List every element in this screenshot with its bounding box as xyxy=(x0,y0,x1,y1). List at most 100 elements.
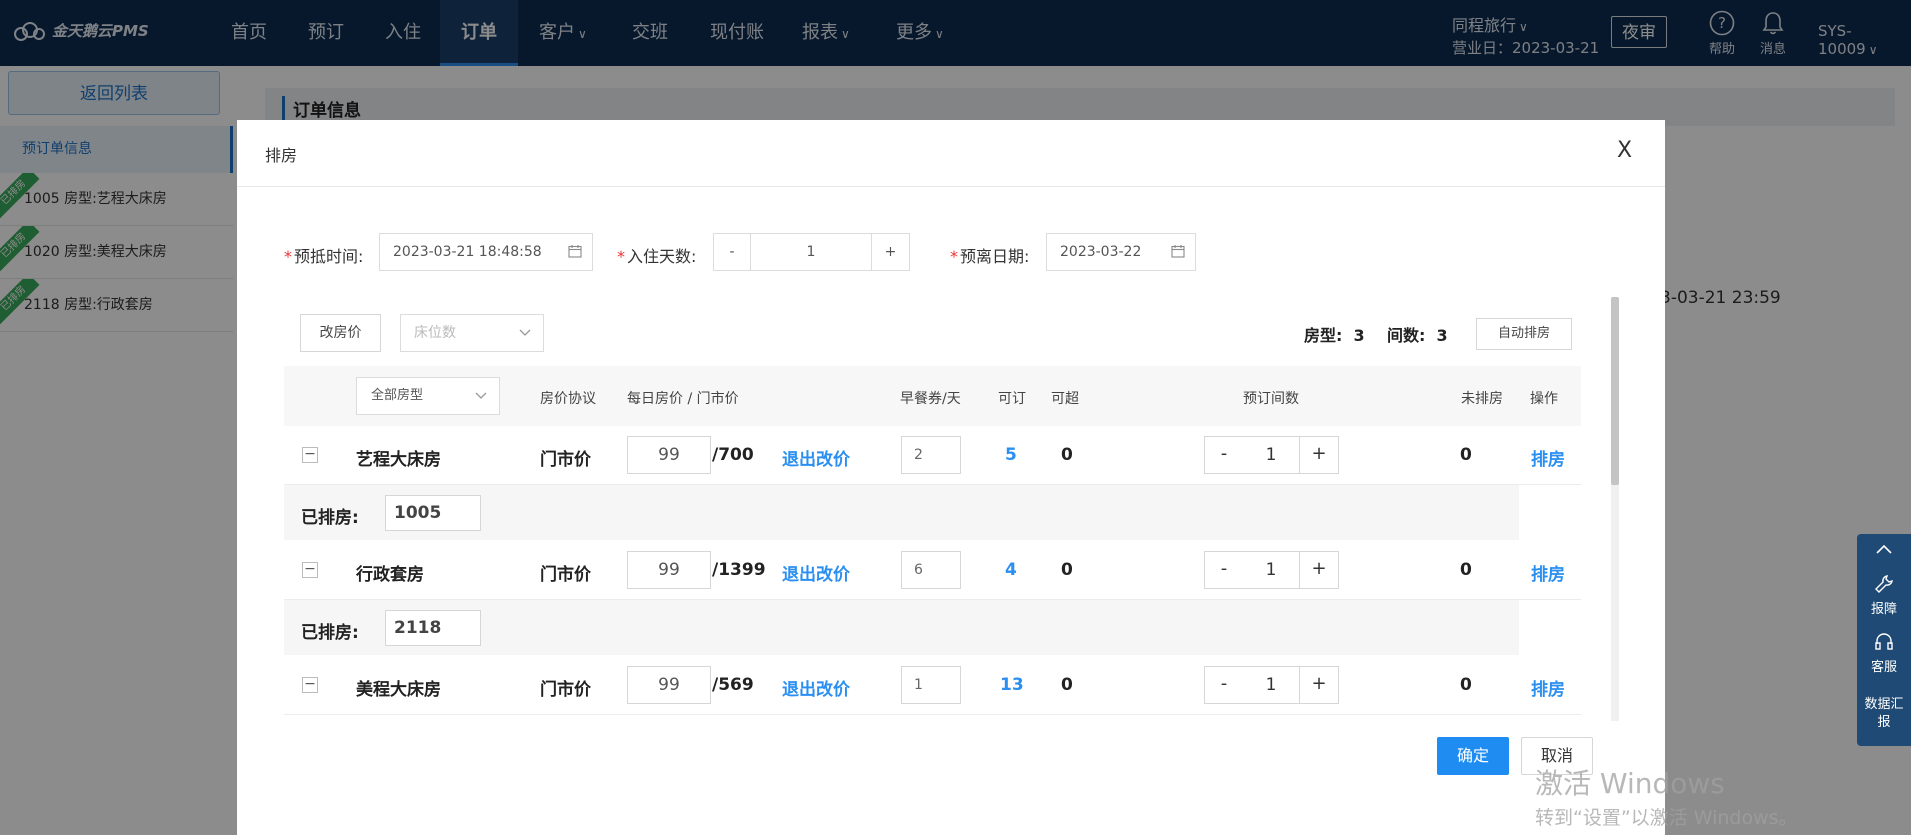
assign-room-link[interactable]: 排房 xyxy=(1531,445,1565,470)
assigned-room-input[interactable]: 1005 xyxy=(385,495,481,531)
activation-watermark-title: 激活 Windows xyxy=(1535,767,1725,800)
dialog-divider xyxy=(237,186,1665,187)
available-count: 4 xyxy=(1005,560,1017,580)
customer-service-button[interactable]: 客服 xyxy=(1857,632,1911,675)
unassigned-count: 0 xyxy=(1460,675,1472,695)
unassigned-count: 0 xyxy=(1460,560,1472,580)
assigned-label: 已排房: xyxy=(301,508,359,528)
activation-watermark-subtitle: 转到“设置”以激活 Windows。 xyxy=(1535,807,1798,829)
rack-price: /1399 xyxy=(712,560,766,580)
col-available: 可订 xyxy=(998,391,1026,407)
room-type-count: 房型: 3 xyxy=(1304,322,1365,346)
room-type-name: 艺程大床房 xyxy=(356,450,441,470)
breakfast-input[interactable]: 6 xyxy=(901,551,961,589)
calendar-icon xyxy=(568,245,582,258)
close-icon[interactable]: X xyxy=(1617,138,1632,163)
collapse-icon[interactable]: − xyxy=(302,677,318,693)
qty-input[interactable]: 1 xyxy=(1243,551,1299,589)
floating-tools-panel: 报障 客服 数据汇报 xyxy=(1857,534,1911,746)
assign-room-link[interactable]: 排房 xyxy=(1531,675,1565,700)
col-daily-price: 每日房价 / 门市价 xyxy=(627,391,739,407)
required-mark: * xyxy=(950,247,958,266)
bed-count-select[interactable]: 床位数 xyxy=(400,314,544,352)
room-type-count-value: 3 xyxy=(1353,326,1365,345)
report-issue-label: 报障 xyxy=(1870,602,1897,617)
departure-date-label-text: 预离日期: xyxy=(960,247,1030,266)
assign-room-link[interactable]: 排房 xyxy=(1531,560,1565,585)
breakfast-input[interactable]: 1 xyxy=(901,666,961,704)
daily-price-input[interactable]: 99 xyxy=(627,551,711,589)
arrival-time-value: 2023-03-21 18:48:58 xyxy=(393,244,542,260)
daily-price-input[interactable]: 99 xyxy=(627,666,711,704)
nights-label-text: 入住天数: xyxy=(627,247,697,266)
departure-date-input[interactable]: 2023-03-22 xyxy=(1046,233,1196,271)
room-type-name: 行政套房 xyxy=(356,565,424,585)
nights-label: * 入住天数: xyxy=(617,243,696,267)
chevron-down-icon xyxy=(519,329,531,336)
price-protocol: 门市价 xyxy=(540,565,591,585)
nights-minus-button[interactable]: - xyxy=(713,233,751,271)
overbook-count: 0 xyxy=(1061,445,1073,465)
wrench-icon xyxy=(1875,575,1893,593)
available-count: 13 xyxy=(1000,675,1024,695)
arrival-time-label: * 预抵时间: xyxy=(284,243,363,267)
room-count-value: 3 xyxy=(1436,326,1448,345)
qty-minus-button[interactable]: - xyxy=(1204,551,1244,589)
qty-plus-button[interactable]: + xyxy=(1299,666,1339,704)
chevron-up-icon xyxy=(1876,544,1892,554)
change-price-button[interactable]: 改房价 xyxy=(300,314,381,352)
assigned-room-input[interactable]: 2118 xyxy=(385,610,481,646)
qty-input[interactable]: 1 xyxy=(1243,666,1299,704)
table-scrollbar-thumb[interactable] xyxy=(1611,297,1619,485)
chevron-down-icon xyxy=(475,392,487,399)
revert-price-link[interactable]: 退出改价 xyxy=(782,445,850,470)
auto-assign-button[interactable]: 自动排房 xyxy=(1476,318,1572,350)
dialog-title: 排房 xyxy=(265,146,298,165)
room-count: 间数: 3 xyxy=(1387,322,1448,346)
unassigned-count: 0 xyxy=(1460,445,1472,465)
qty-minus-button[interactable]: - xyxy=(1204,666,1244,704)
rack-price: /569 xyxy=(712,675,754,695)
room-type-name: 美程大床房 xyxy=(356,680,441,700)
assigned-label: 已排房: xyxy=(301,623,359,643)
daily-price-input[interactable]: 99 xyxy=(627,436,711,474)
overbook-count: 0 xyxy=(1061,560,1073,580)
price-protocol: 门市价 xyxy=(540,680,591,700)
col-protocol: 房价协议 xyxy=(540,391,596,407)
calendar-icon xyxy=(1171,245,1185,258)
overbook-count: 0 xyxy=(1061,675,1073,695)
departure-date-label: * 预离日期: xyxy=(950,243,1029,267)
qty-minus-button[interactable]: - xyxy=(1204,436,1244,474)
bed-count-placeholder: 床位数 xyxy=(414,325,456,341)
collapse-icon[interactable]: − xyxy=(302,447,318,463)
data-report-button[interactable]: 数据汇报 xyxy=(1864,696,1904,732)
col-breakfast: 早餐券/天 xyxy=(900,391,961,407)
qty-plus-button[interactable]: + xyxy=(1299,436,1339,474)
qty-plus-button[interactable]: + xyxy=(1299,551,1339,589)
available-count: 5 xyxy=(1005,445,1017,465)
customer-service-label: 客服 xyxy=(1870,660,1897,675)
rack-price: /700 xyxy=(712,445,754,465)
collapse-panel-button[interactable] xyxy=(1857,542,1911,562)
nights-input[interactable]: 1 xyxy=(750,233,872,271)
headset-icon xyxy=(1875,633,1893,650)
confirm-button[interactable]: 确定 xyxy=(1437,737,1509,775)
required-mark: * xyxy=(617,247,625,266)
revert-price-link[interactable]: 退出改价 xyxy=(782,560,850,585)
room-type-filter[interactable]: 全部房型 xyxy=(356,377,500,415)
collapse-icon[interactable]: − xyxy=(302,562,318,578)
price-protocol: 门市价 xyxy=(540,450,591,470)
revert-price-link[interactable]: 退出改价 xyxy=(782,675,850,700)
report-issue-button[interactable]: 报障 xyxy=(1857,574,1911,617)
col-unassigned: 未排房 xyxy=(1461,391,1503,407)
nights-plus-button[interactable]: + xyxy=(871,233,910,271)
qty-input[interactable]: 1 xyxy=(1243,436,1299,474)
room-type-count-label: 房型: xyxy=(1304,326,1343,345)
room-type-filter-value: 全部房型 xyxy=(371,388,424,403)
arrival-time-input[interactable]: 2023-03-21 18:48:58 xyxy=(379,233,593,271)
breakfast-input[interactable]: 2 xyxy=(901,436,961,474)
room-count-label: 间数: xyxy=(1387,326,1426,345)
col-booked-rooms: 预订间数 xyxy=(1243,391,1299,407)
arrival-time-label-text: 预抵时间: xyxy=(294,247,364,266)
col-overbook: 可超 xyxy=(1051,391,1079,407)
